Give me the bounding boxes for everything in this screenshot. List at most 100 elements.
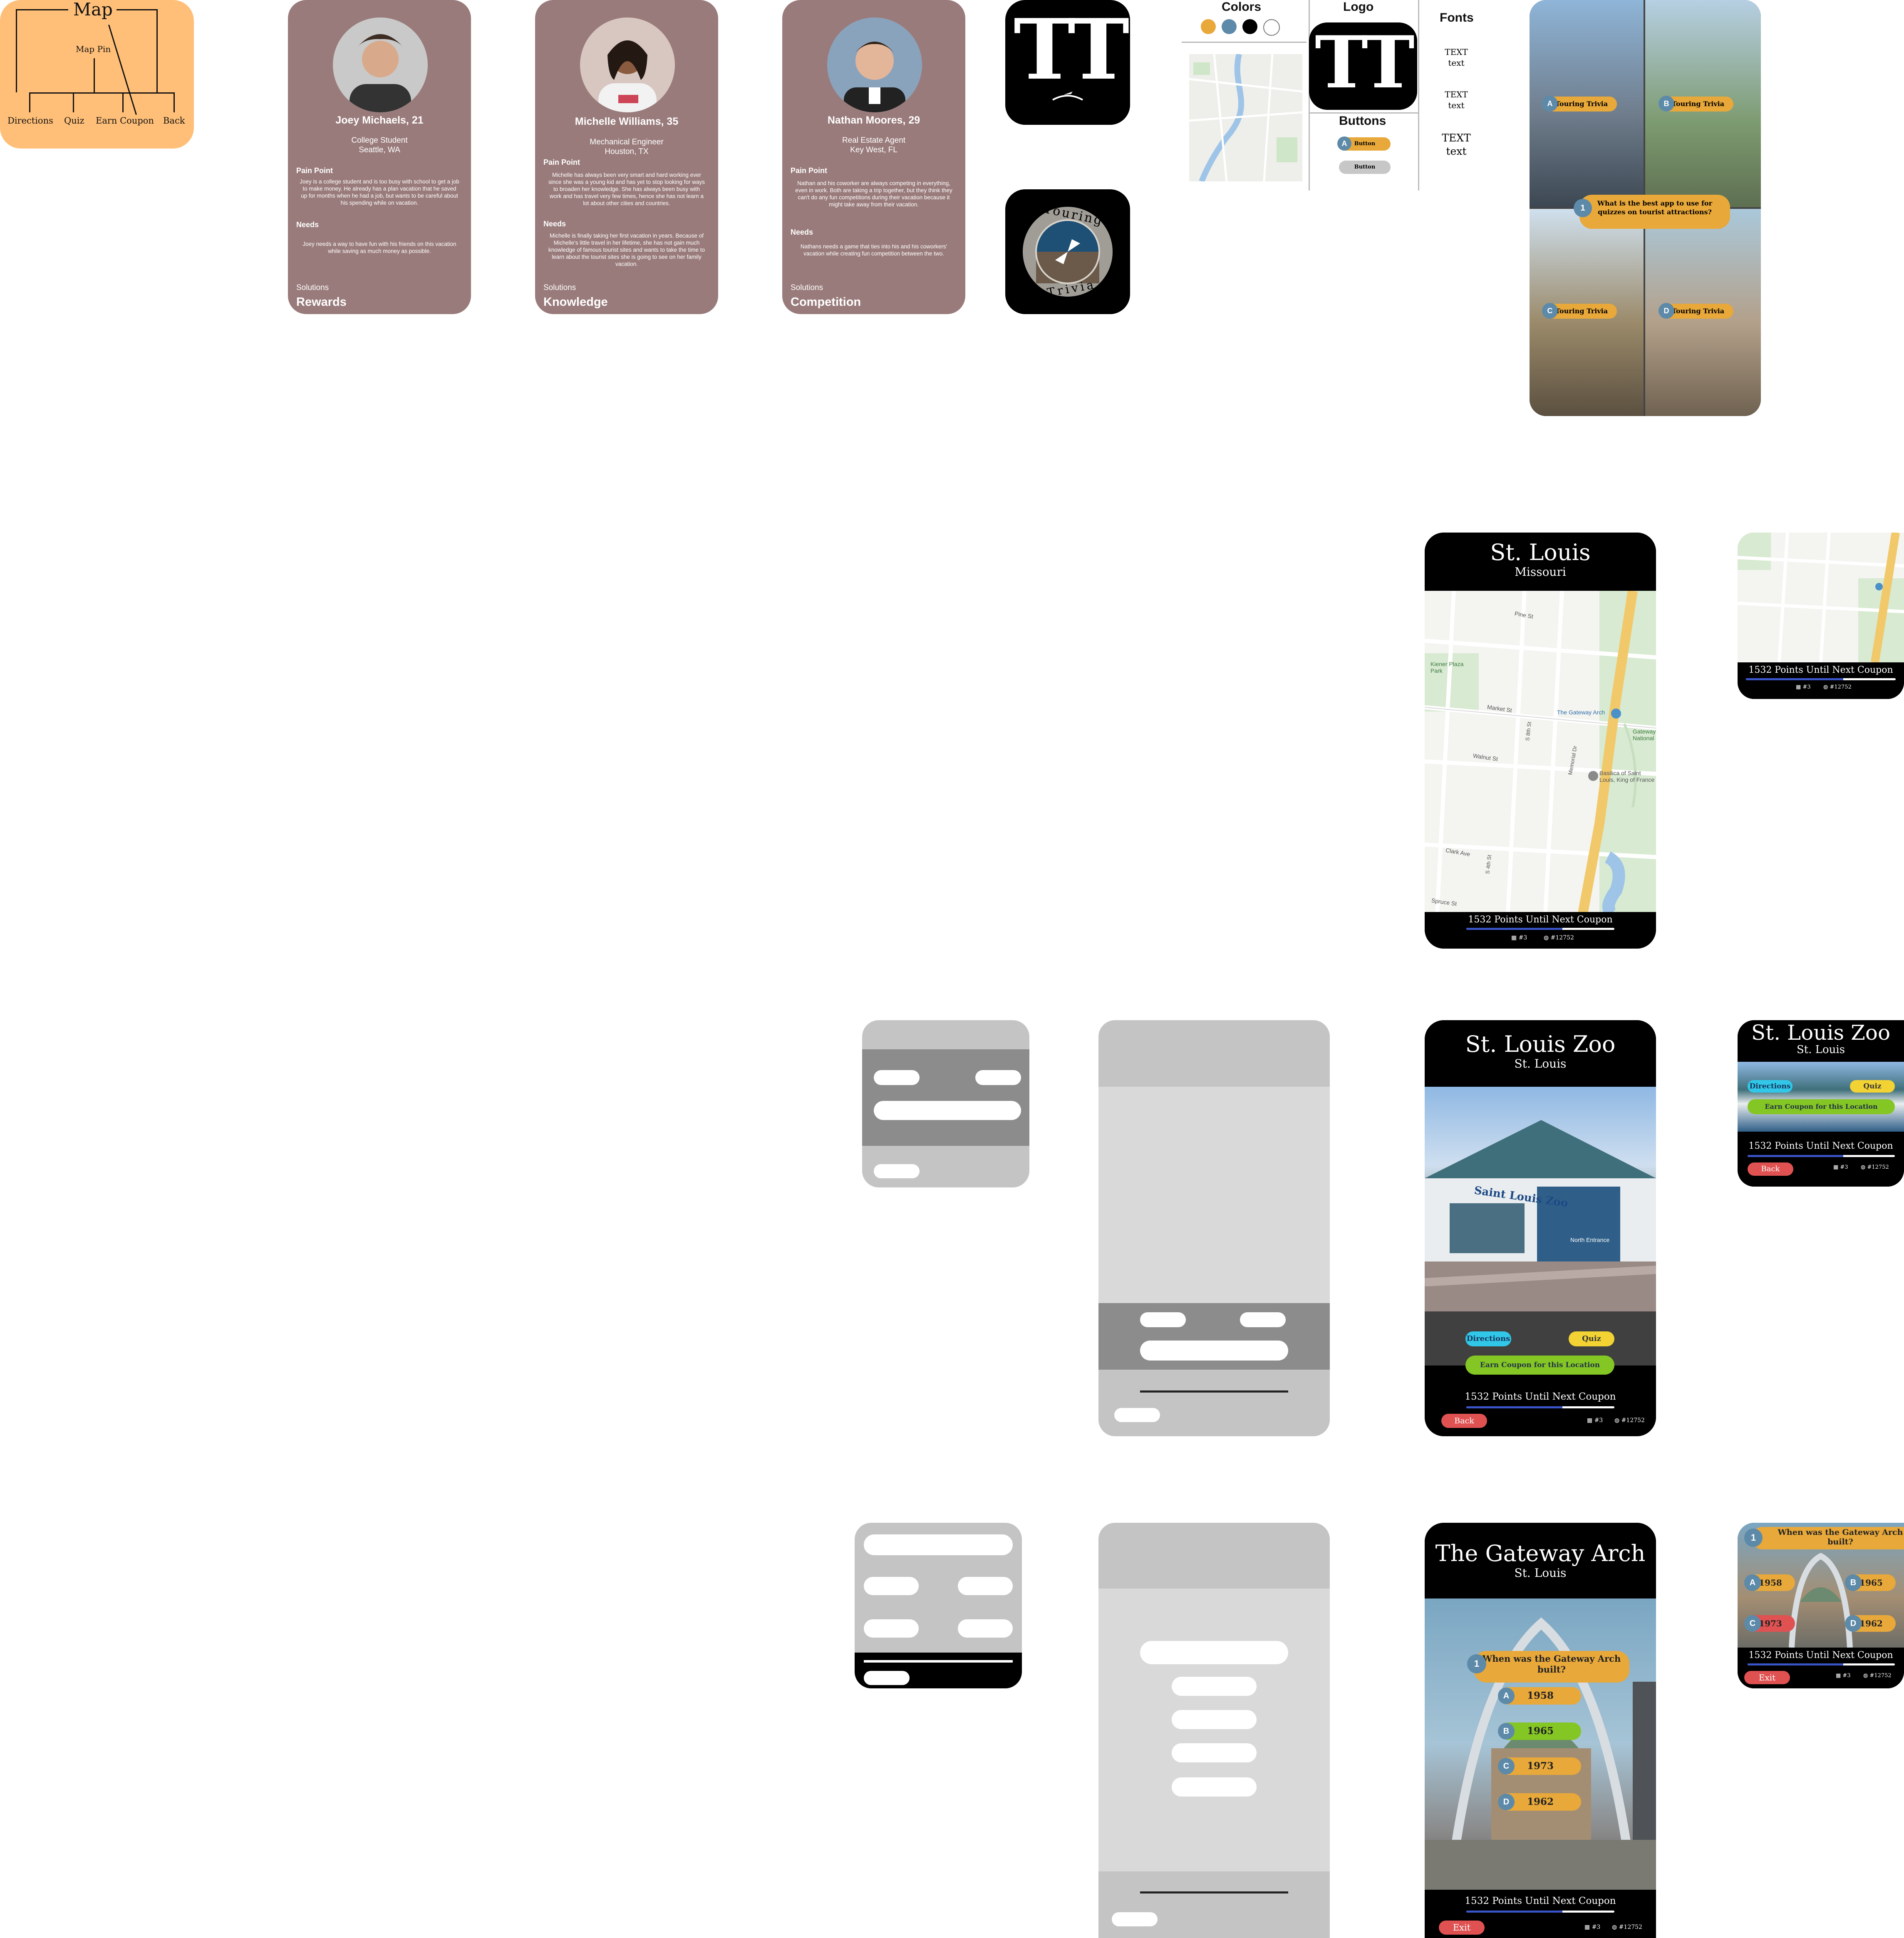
quiz-button[interactable]: Quiz [1569,1331,1614,1346]
globe-icon: ◍ [1612,1924,1619,1931]
qr-icon: ▦ [1511,934,1519,941]
points-progress [1748,1663,1895,1665]
color-swatch-gold [1201,19,1216,34]
map-view[interactable] [1738,533,1904,663]
score-count: ◍ #12752 [1544,934,1574,941]
zoo-screen-small: St. Louis Zoo St. Louis Directions Quiz … [1738,1020,1904,1187]
plane-icon [1052,92,1083,101]
persona-name: Nathan Moores, 29 [827,114,920,126]
screen-header: St. Louis Zoo St. Louis [1738,1020,1904,1062]
coupon-count: ▦ #3 [1587,1417,1603,1424]
place-label-basilica[interactable]: Basilica of Saint Louis, King of France [1599,770,1656,783]
globe-icon: ◍ [1544,934,1551,941]
flow-item-quiz: Quiz [64,116,84,126]
quiz-question: When was the Gateway Arch built? [1474,1651,1629,1683]
flow-item-back: Back [163,116,185,126]
font-sample-3: TEXT text [1442,132,1471,157]
quiz-question: When was the Gateway Arch built? [1752,1527,1904,1549]
screen-title: The Gateway Arch [1435,1540,1646,1566]
question-number: 1 [1744,1529,1763,1547]
earn-coupon-button[interactable]: Earn Coupon for this Location [1465,1356,1614,1375]
directions-button[interactable]: Directions [1465,1331,1511,1346]
needs-heading: Needs [791,228,813,236]
status-bar: 1532 Points Until Next Coupon ▦ #3 ◍ #12… [1425,912,1656,949]
color-swatch-white [1263,19,1280,36]
fonts-label: Fonts [1440,11,1474,25]
logo-label: Logo [1343,0,1374,14]
pain-point-text: Nathan and his coworker are always compe… [795,180,952,208]
map-screen-small: 1532 Points Until Next Coupon ▦ #3 ◍ #12… [1738,533,1904,699]
points-progress [1466,1406,1614,1408]
coupon-count: ▦ #3 [1796,684,1811,690]
earn-coupon-button[interactable]: Earn Coupon for this Location [1748,1099,1895,1114]
option-letter-b: B [1498,1723,1515,1740]
quiz-button[interactable]: Quiz [1850,1080,1895,1093]
exit-button[interactable]: Exit [1744,1671,1790,1684]
globe-icon: ◍ [1614,1417,1621,1424]
exit-button[interactable]: Exit [1439,1921,1485,1935]
directions-button[interactable]: Directions [1748,1080,1792,1093]
points-text: 1532 Points Until Next Coupon [1465,1391,1616,1402]
score-count: ◍ #12752 [1823,684,1852,690]
screen-title: St. Louis Zoo [1751,1021,1891,1045]
logo-sample: TT [1309,22,1417,110]
globe-icon: ◍ [1863,1673,1870,1679]
points-progress [1746,678,1896,680]
flow-title: Map [73,0,113,20]
back-button[interactable]: Back [1441,1414,1487,1428]
points-text: 1532 Points Until Next Coupon [1748,1650,1893,1660]
persona-role: College Student Seattle, WA [351,136,408,154]
option-letter-b: B [1845,1574,1862,1591]
option-letter-d: D [1498,1794,1515,1810]
flow-item-earn-coupon: Earn Coupon [96,116,154,126]
marketing-question-number: 1 [1574,199,1592,217]
arch-photo [1425,1598,1656,1891]
avatar [333,17,428,112]
points-progress [1466,1911,1614,1913]
score-count: ◍ #12752 [1612,1924,1642,1931]
points-text: 1532 Points Until Next Coupon [1748,1141,1893,1151]
points-text: 1532 Points Until Next Coupon [1465,1896,1616,1906]
flow-map-pin: Map Pin [76,44,111,54]
qr-icon: ▦ [1836,1673,1843,1679]
back-button[interactable]: Back [1748,1162,1793,1176]
qr-icon: ▦ [1587,1417,1594,1424]
app-icon-tt: TT [1005,0,1130,125]
screen-subtitle: St. Louis [1796,1043,1845,1056]
persona-name: Joey Michaels, 21 [335,114,424,126]
qr-icon: ▦ [1833,1164,1840,1170]
arch-quiz-screen: The Gateway Arch St. Louis When was the … [1425,1523,1656,1938]
sample-secondary-button[interactable]: Button [1339,161,1391,174]
solution-value: Rewards [296,295,347,309]
place-label-gateway-arch[interactable]: The Gateway Arch [1557,709,1605,716]
question-number: 1 [1467,1654,1486,1673]
flow-item-directions: Directions [7,116,53,126]
solution-value: Competition [791,295,861,309]
points-progress [1748,1155,1895,1157]
wireframe-small-quiz [855,1523,1022,1688]
wireframe-small-location [862,1020,1029,1187]
font-sample-2: TEXT text [1445,89,1468,110]
option-letter-a: A [1498,1688,1515,1704]
needs-heading: Needs [296,221,319,229]
pain-point-text: Michelle has always been very smart and … [548,172,705,206]
persona-card-joey: Joey Michaels, 21 College Student Seattle… [288,0,471,314]
wireframe-location [1098,1020,1330,1436]
style-guide: Colors Logo TT Buttons Button A Button F… [1182,0,1490,191]
map-view[interactable]: Pine St Market St Walnut St Clark Ave Sp… [1425,590,1656,919]
app-icon-touring-trivia: Touring Trivia [1005,189,1130,314]
screen-title: St. Louis [1490,539,1591,565]
screen-subtitle: St. Louis [1514,1057,1567,1071]
needs-text: Joey needs a way to have fun with his fr… [302,241,456,254]
user-flow-diagram: Map Map Pin Directions Quiz Earn Coupon … [0,0,194,149]
tile-letter-b: B [1659,96,1674,112]
tile-letter-d: D [1659,303,1674,319]
zoo-photo: Saint Louis Zoo North Entrance [1425,1087,1656,1311]
globe-icon: ◍ [1823,684,1830,690]
arch-quiz-screen-small: When was the Gateway Arch built? 1 1958 … [1738,1523,1904,1688]
zoo-photo [1738,1062,1904,1132]
zoo-entrance-sign: North Entrance [1570,1237,1610,1243]
zoo-screen: St. Louis Zoo St. Louis Saint Louis Zoo … [1425,1020,1656,1436]
screen-subtitle: Missouri [1515,565,1566,579]
score-count: ◍ #12752 [1863,1673,1892,1679]
